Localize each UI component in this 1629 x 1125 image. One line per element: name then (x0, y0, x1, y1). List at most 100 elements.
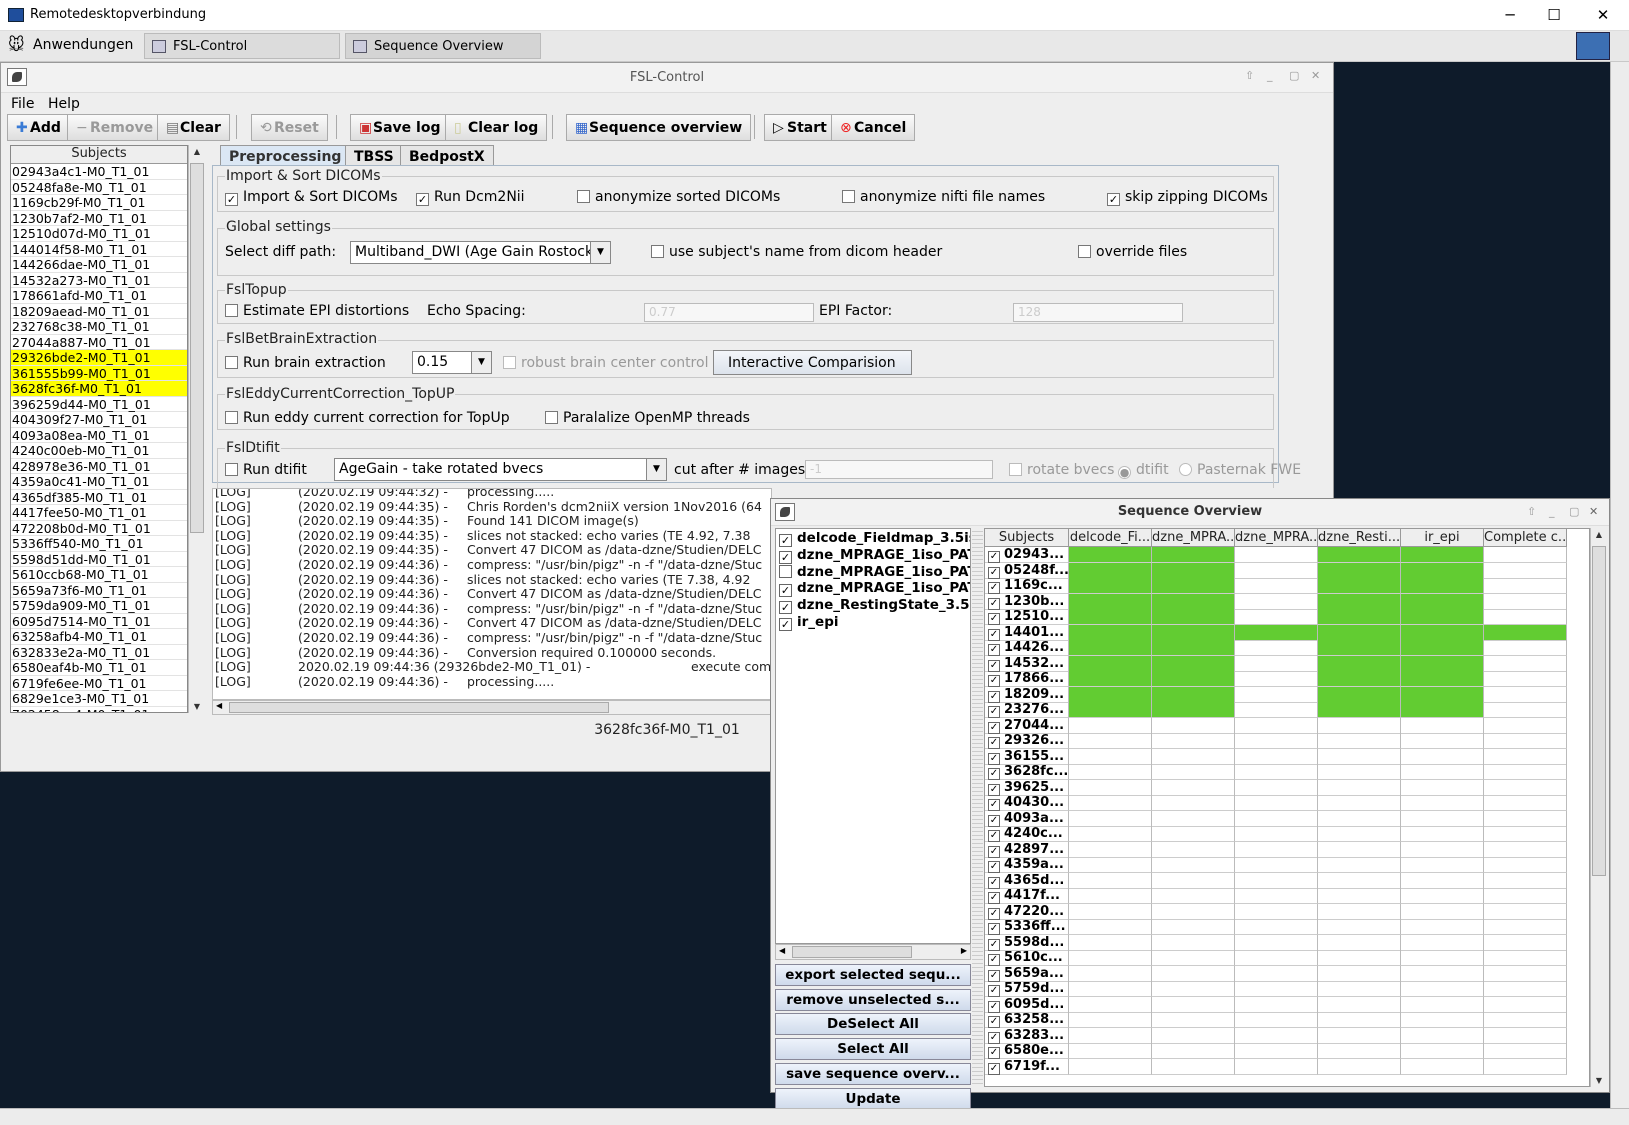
sequence-table[interactable]: Subjects delcode_Fi... dzne_MPRA... dzne_MP… (984, 528, 1590, 1087)
remove-unselected-button[interactable]: remove unselected s... (775, 988, 971, 1011)
table-row-subject[interactable]: ✓ 4359a... (985, 857, 1069, 873)
row-checkbox[interactable]: ✓ (988, 861, 1000, 873)
subject-row[interactable]: 5598d51dd-M0_T1_01 (11, 552, 187, 567)
sequence-item[interactable]: ✓ delcode_Fieldmap_3.5iso (779, 530, 970, 547)
sequence-checkbox[interactable]: ✓ (779, 601, 792, 615)
scroll-down-icon[interactable]: ▼ (1591, 1076, 1607, 1085)
scroll-down-icon[interactable]: ▼ (189, 702, 205, 711)
row-checkbox[interactable]: ✓ (988, 814, 1000, 827)
subject-row[interactable]: 29326bde2-M0_T1_01 (11, 350, 187, 366)
maximize-button[interactable]: ☐ (1540, 4, 1568, 26)
scroll-up-icon[interactable]: ▲ (189, 147, 205, 156)
row-checkbox[interactable]: ✓ (988, 706, 1000, 718)
row-checkbox[interactable]: ✓ (988, 628, 1000, 641)
subject-row[interactable]: 232768c38-M0_T1_01 (11, 319, 187, 335)
sequence-item[interactable]: ✓ dzne_MPRAGE_1iso_PAT2 (779, 547, 970, 564)
row-checkbox[interactable]: ✓ (988, 644, 1000, 656)
table-row-subject[interactable]: ✓ 36155... (985, 748, 1069, 765)
sequence-checkbox[interactable]: ✓ (779, 550, 792, 564)
table-row-subject[interactable]: ✓ 4365d... (985, 872, 1069, 889)
shade-icon[interactable]: ⇧ (1245, 69, 1254, 82)
table-row-subject[interactable]: ✓ 12510... (985, 609, 1069, 625)
row-checkbox[interactable]: ✓ (988, 566, 1000, 579)
log-area[interactable]: [LOG] (2020.02.19 09:44:32) - processing..… (212, 488, 772, 700)
table-row-subject[interactable]: ✓ 02943... (985, 547, 1069, 563)
parallelize-openmp-checkbox[interactable]: Paralalize OpenMP threads (545, 410, 750, 426)
subject-row[interactable]: 178661afd-M0_T1_01 (11, 288, 187, 304)
table-row-subject[interactable]: ✓ 39625... (985, 779, 1069, 796)
table-row-subject[interactable]: ✓ 27044... (985, 717, 1069, 734)
pasternak-radio[interactable]: Pasternak FWE (1179, 462, 1301, 478)
row-checkbox[interactable]: ✓ (988, 1062, 1000, 1075)
run-brain-extraction-checkbox[interactable]: Run brain extraction (225, 355, 386, 371)
table-row-subject[interactable]: ✓ 42897... (985, 841, 1069, 858)
table-row-subject[interactable]: ✓ 17866... (985, 671, 1069, 687)
clear-log-button[interactable]: ▯ Clear log (445, 114, 548, 141)
sequence-item[interactable]: ✓ dzne_RestingState_3.5iso (779, 597, 970, 615)
row-checkbox[interactable]: ✓ (988, 876, 1000, 889)
subjects-list[interactable]: Subjects 02943a4c1-M0_T1_01 05248fa8e-M0_… (10, 145, 188, 713)
clear-button[interactable]: ▤Clear (157, 114, 230, 141)
table-row-subject[interactable]: ✓ 4093a... (985, 810, 1069, 827)
subject-row[interactable]: 472208b0d-M0_T1_01 (11, 521, 187, 536)
row-checkbox[interactable]: ✓ (988, 923, 1000, 935)
subject-row[interactable]: 27044a887-M0_T1_01 (11, 335, 187, 350)
column-header[interactable]: Complete c... (1484, 529, 1567, 547)
minimize-icon[interactable]: _ (1267, 69, 1273, 82)
table-row-subject[interactable]: ✓ 5759d... (985, 981, 1069, 997)
table-row-subject[interactable]: ✓ 23276... (985, 702, 1069, 718)
table-row-subject[interactable]: ✓ 63283... (985, 1027, 1069, 1044)
table-row-subject[interactable]: ✓ 14532... (985, 655, 1069, 672)
bet-fraction-select[interactable]: 0.15 ▼ (412, 351, 492, 374)
column-header[interactable]: dzne_Resti... (1318, 529, 1401, 547)
close-icon[interactable]: ✕ (1311, 69, 1320, 82)
table-row-subject[interactable]: ✓ 1169c... (985, 578, 1069, 594)
subject-row[interactable]: 144014f58-M0_T1_01 (11, 242, 187, 257)
epi-factor-field[interactable]: 128 (1013, 303, 1183, 322)
subject-row[interactable]: 6719fe6ee-M0_T1_01 (11, 676, 187, 691)
column-header[interactable]: dzne_MPRA... (1152, 529, 1235, 547)
subject-row[interactable]: 5759da909-M0_T1_01 (11, 598, 187, 614)
anonymize-sorted-checkbox[interactable]: anonymize sorted DICOMs (577, 189, 780, 205)
close-button[interactable]: ✕ (1589, 4, 1617, 26)
column-header[interactable]: dzne_MPRA... (1235, 529, 1318, 547)
menu-help[interactable]: Help (48, 96, 80, 112)
row-checkbox[interactable]: ✓ (988, 690, 1000, 703)
subject-row[interactable]: 05248fa8e-M0_T1_01 (11, 180, 187, 195)
row-checkbox[interactable]: ✓ (988, 551, 1000, 563)
tab-bedpostx[interactable]: BedpostX (400, 145, 494, 166)
subject-row[interactable]: 404309f27-M0_T1_01 (11, 412, 187, 428)
table-row-subject[interactable]: ✓ 29326... (985, 733, 1069, 749)
row-checkbox[interactable]: ✓ (988, 1016, 1000, 1028)
subject-row[interactable]: 4417fee50-M0_T1_01 (11, 505, 187, 521)
select-all-button[interactable]: Select All (775, 1038, 971, 1061)
subject-row[interactable]: 396259d44-M0_T1_01 (11, 397, 187, 412)
subject-row[interactable]: 6829e1ce3-M0_T1_01 (11, 691, 187, 707)
table-row-subject[interactable]: ✓ 05248f... (985, 562, 1069, 579)
row-checkbox[interactable]: ✓ (988, 954, 1000, 966)
column-header[interactable]: Subjects (985, 529, 1069, 547)
table-row-subject[interactable]: ✓ 6095d... (985, 996, 1069, 1013)
subject-row[interactable]: 702458ca4-M0_T1_01 (11, 707, 187, 713)
desktop-horizontal-scrollbar[interactable] (0, 1108, 1629, 1125)
table-row-subject[interactable]: ✓ 4417f... (985, 888, 1069, 904)
anonymize-nifti-checkbox[interactable]: anonymize nifti file names (842, 189, 1045, 205)
table-row-subject[interactable]: ✓ 1230b... (985, 593, 1069, 610)
tab-tbss[interactable]: TBSS (345, 145, 403, 166)
override-files-checkbox[interactable]: override files (1078, 244, 1187, 260)
scroll-thumb[interactable] (229, 702, 609, 713)
rotate-bvecs-checkbox[interactable]: rotate bvecs (1009, 462, 1114, 478)
add-button[interactable]: ✚ Add (7, 114, 70, 141)
table-scrollbar[interactable]: ▲ ▼ (1590, 528, 1607, 1087)
row-checkbox[interactable]: ✓ (988, 938, 1000, 951)
sequence-item[interactable]: dzne_MPRAGE_1iso_PAT2_ (779, 564, 970, 580)
robust-center-checkbox[interactable]: robust brain center control (503, 355, 708, 371)
subject-row[interactable]: 4359a0c41-M0_T1_01 (11, 474, 187, 490)
subject-row[interactable]: 02943a4c1-M0_T1_01 (11, 164, 187, 180)
subject-row[interactable]: 5336ff540-M0_T1_01 (11, 536, 187, 552)
row-checkbox[interactable]: ✓ (988, 768, 1000, 780)
table-row-subject[interactable]: ✓ 40430... (985, 795, 1069, 811)
sequence-checkbox[interactable] (779, 564, 792, 578)
scroll-left-icon[interactable]: ◀ (779, 946, 785, 955)
split-pane-divider[interactable] (972, 528, 983, 1087)
